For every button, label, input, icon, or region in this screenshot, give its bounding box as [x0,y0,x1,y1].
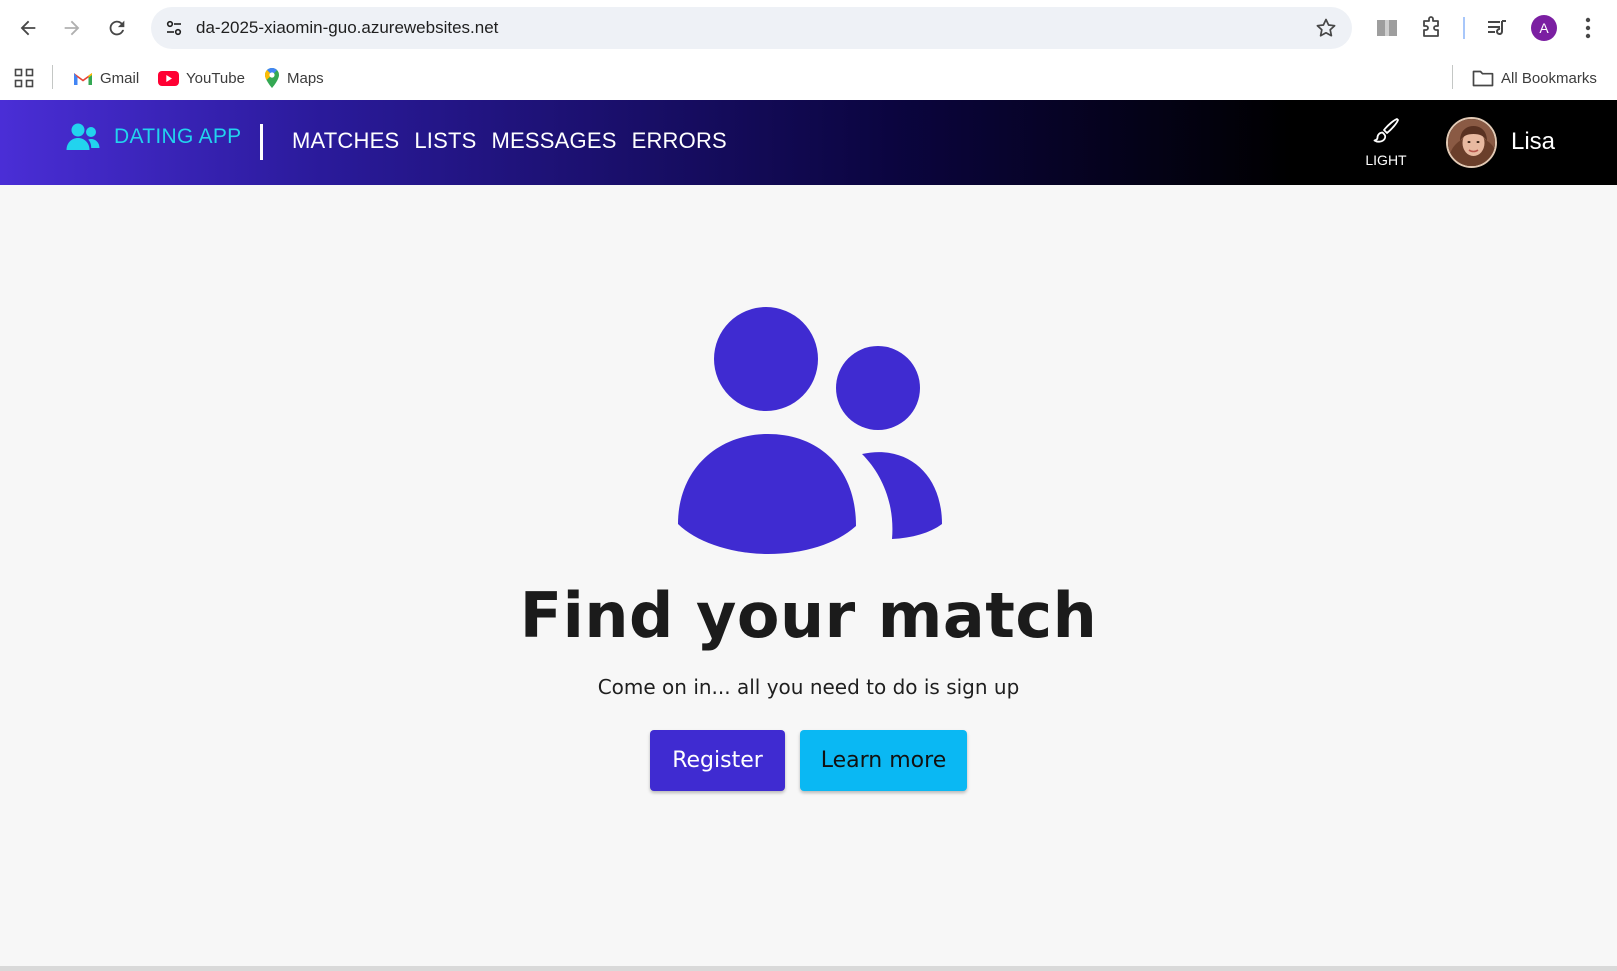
all-bookmarks-label: All Bookmarks [1501,69,1597,87]
brand-link[interactable]: DATING APP [66,122,241,152]
reload-button[interactable] [101,12,133,44]
bookmark-label: Gmail [100,69,140,87]
register-button[interactable]: Register [650,730,785,791]
hero-subtitle: Come on in... all you need to do is sign… [597,675,1020,699]
url-text[interactable]: da-2025-xiaomin-guo.azurewebsites.net [196,18,498,38]
bookmark-youtube[interactable]: YouTube [158,65,245,91]
apps-grid-icon[interactable] [14,65,34,91]
bookmark-maps[interactable]: Maps [264,65,324,91]
nav-errors[interactable]: ERRORS [632,128,727,154]
bookmark-star-icon[interactable] [1314,16,1338,40]
bookmark-label: Maps [287,69,324,87]
bookmarks-bar: Gmail YouTube Maps All Bookmarks [0,56,1617,100]
media-control-icon[interactable] [1483,14,1511,42]
hero-title: Find your match [519,579,1098,652]
paintbrush-icon [1373,118,1399,143]
profile-avatar[interactable]: A [1531,15,1557,41]
bookmarks-divider [52,65,53,89]
users-hero-icon [678,307,942,554]
address-bar[interactable]: da-2025-xiaomin-guo.azurewebsites.net [151,7,1352,49]
nav-divider [260,124,263,160]
site-info-icon[interactable] [161,15,187,41]
back-button[interactable] [12,12,44,44]
bottom-status-strip [0,966,1617,971]
youtube-icon [158,70,179,86]
bookmark-label: YouTube [186,69,245,87]
nav-messages[interactable]: MESSAGES [491,128,616,154]
back-arrow-icon [20,20,36,36]
reading-mode-icon[interactable] [1373,14,1401,42]
forward-arrow-icon [64,20,80,36]
extensions-icon[interactable] [1418,14,1446,42]
browser-toolbar: da-2025-xiaomin-guo.azurewebsites.net A [0,0,1617,56]
reload-icon [109,20,125,36]
bookmark-gmail[interactable]: Gmail [73,65,139,91]
maps-icon [264,68,279,88]
nav-lists[interactable]: LISTS [414,128,476,154]
user-photo [1448,119,1495,166]
folder-icon [1472,70,1494,87]
toolbar-divider [1463,17,1465,39]
bookmarks-divider-right [1452,65,1453,89]
theme-label: LIGHT [1365,152,1407,168]
learn-more-button[interactable]: Learn more [800,730,967,791]
all-bookmarks[interactable]: All Bookmarks [1472,65,1597,91]
theme-toggle[interactable]: LIGHT [1362,116,1410,168]
users-icon [66,123,100,150]
user-avatar[interactable] [1446,117,1497,168]
menu-kebab-icon[interactable] [1574,14,1602,42]
nav-links: MATCHES LISTS MESSAGES ERRORS [292,128,727,154]
forward-button[interactable] [56,12,88,44]
nav-matches[interactable]: MATCHES [292,128,399,154]
profile-initial: A [1539,20,1549,36]
user-name[interactable]: Lisa [1511,128,1555,156]
brand-text: DATING APP [114,125,242,148]
app-navbar: DATING APP MATCHES LISTS MESSAGES ERRORS… [0,100,1617,185]
gmail-icon [74,72,92,85]
